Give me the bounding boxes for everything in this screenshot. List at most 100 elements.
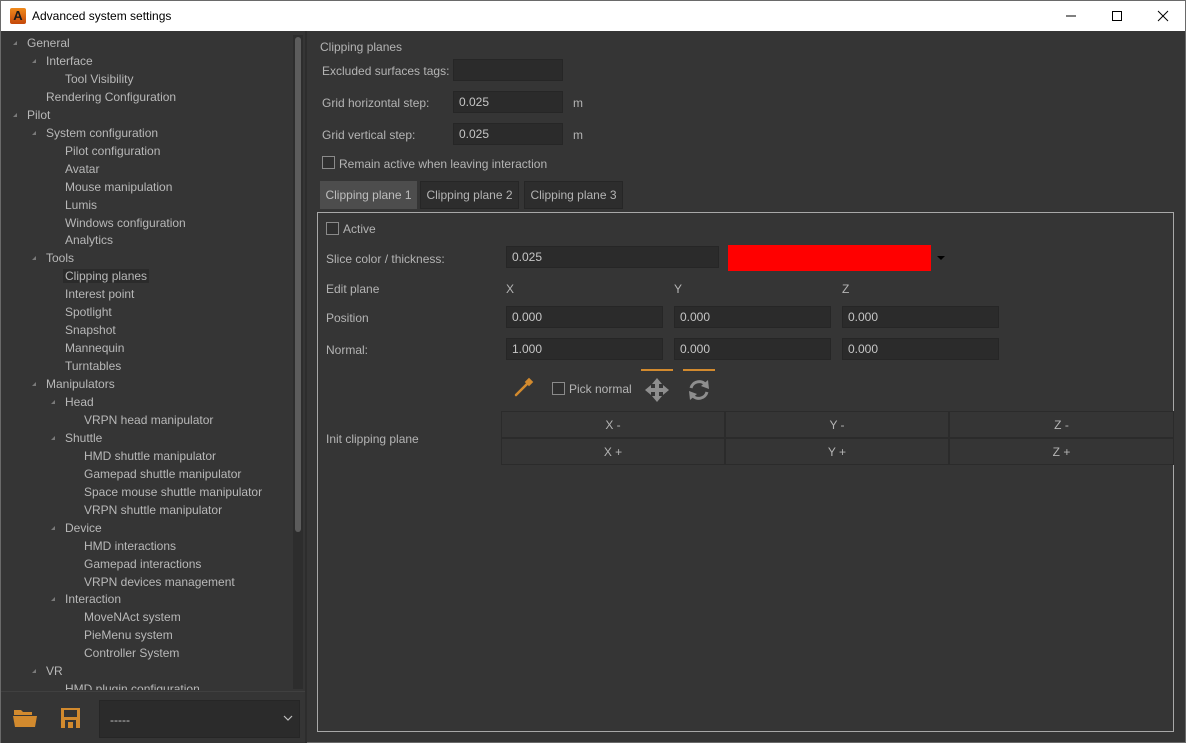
- section-title: Clipping planes: [320, 40, 403, 54]
- tree-item[interactable]: HMD plugin configuration: [65, 680, 200, 690]
- expand-arrow-icon[interactable]: [12, 106, 20, 124]
- tree-item-label: Interaction: [65, 592, 122, 607]
- position-label: Position: [326, 311, 369, 325]
- active-checkbox[interactable]: [326, 222, 339, 235]
- excluded-tags-input[interactable]: [453, 59, 563, 81]
- tree-item[interactable]: Interaction: [51, 590, 122, 608]
- tree-item[interactable]: VRPN head manipulator: [84, 411, 213, 429]
- eyedropper-button[interactable]: [513, 376, 535, 398]
- tree-item[interactable]: Turntables: [65, 357, 121, 375]
- position-z-input[interactable]: 0.000: [842, 306, 999, 328]
- tree-item[interactable]: Snapshot: [65, 321, 116, 339]
- init-y-plus-button[interactable]: Y +: [725, 438, 949, 465]
- remain-active-label: Remain active when leaving interaction: [339, 157, 548, 171]
- tree-item[interactable]: Mouse manipulation: [65, 178, 172, 196]
- init-x-minus-button[interactable]: X -: [501, 411, 725, 438]
- preset-dropdown[interactable]: -----: [99, 700, 300, 738]
- tree-item[interactable]: Interface: [32, 52, 93, 70]
- tree-item[interactable]: Device: [51, 519, 102, 537]
- tree-item[interactable]: System configuration: [32, 124, 159, 142]
- tree-item[interactable]: Rendering Configuration: [46, 88, 176, 106]
- expand-arrow-icon[interactable]: [50, 519, 58, 537]
- normal-z-input[interactable]: 0.000: [842, 338, 999, 360]
- position-y-input[interactable]: 0.000: [674, 306, 831, 328]
- tree-item[interactable]: VRPN shuttle manipulator: [84, 501, 222, 519]
- init-x-plus-button[interactable]: X +: [501, 438, 725, 465]
- tab-clipping-plane-2[interactable]: Clipping plane 2: [420, 181, 519, 209]
- init-y-minus-button[interactable]: Y -: [725, 411, 949, 438]
- excluded-tags-label: Excluded surfaces tags:: [322, 64, 450, 78]
- position-x-input[interactable]: 0.000: [506, 306, 663, 328]
- tree-item-label: Analytics: [65, 233, 114, 248]
- remain-active-checkbox[interactable]: [322, 156, 335, 169]
- tree-item[interactable]: Pilot: [13, 106, 50, 124]
- grid-horizontal-step-label: Grid horizontal step:: [322, 96, 430, 110]
- expand-arrow-icon[interactable]: [31, 124, 39, 142]
- tree-item[interactable]: Analytics: [65, 231, 113, 249]
- tree-item[interactable]: Controller System: [84, 644, 179, 662]
- open-button[interactable]: [12, 705, 38, 731]
- tree-item[interactable]: Manipulators: [32, 375, 115, 393]
- tree-item[interactable]: Tools: [32, 249, 74, 267]
- tree-item[interactable]: Clipping planes: [63, 267, 150, 285]
- expand-arrow-icon[interactable]: [31, 375, 39, 393]
- normal-y-input[interactable]: 0.000: [674, 338, 831, 360]
- tree-item[interactable]: Pilot configuration: [65, 142, 160, 160]
- init-z-plus-button[interactable]: Z +: [949, 438, 1174, 465]
- tree-item[interactable]: Shuttle: [51, 429, 103, 447]
- tree-item[interactable]: Spotlight: [65, 303, 112, 321]
- tree-item-label: Shuttle: [65, 430, 103, 445]
- slice-color-swatch[interactable]: [728, 245, 931, 271]
- expand-arrow-icon[interactable]: [50, 429, 58, 447]
- rotate-tool-button[interactable]: [686, 377, 712, 403]
- tree-item[interactable]: HMD shuttle manipulator: [84, 447, 216, 465]
- tree-item[interactable]: VRPN devices management: [84, 573, 235, 591]
- tree-item[interactable]: Avatar: [65, 160, 99, 178]
- tree-item[interactable]: Windows configuration: [65, 214, 186, 232]
- tree-item[interactable]: Head: [51, 393, 94, 411]
- tree-item[interactable]: Lumis: [65, 196, 97, 214]
- normal-x-input[interactable]: 1.000: [506, 338, 663, 360]
- grid-vertical-step-input[interactable]: 0.025: [453, 123, 563, 145]
- tab-clipping-plane-1[interactable]: Clipping plane 1: [320, 181, 417, 209]
- tree-scrollbar-thumb[interactable]: [295, 37, 301, 532]
- close-button[interactable]: [1140, 1, 1186, 31]
- tree-item[interactable]: Interest point: [65, 285, 134, 303]
- tree-item[interactable]: Mannequin: [65, 339, 124, 357]
- expand-arrow-icon[interactable]: [31, 249, 39, 267]
- color-dropdown-arrow-icon[interactable]: [937, 256, 945, 260]
- expand-arrow-icon[interactable]: [50, 590, 58, 608]
- tree-item-label: Manipulators: [46, 377, 115, 392]
- chevron-down-icon: [283, 715, 293, 721]
- tab-clipping-plane-3[interactable]: Clipping plane 3: [524, 181, 623, 209]
- tree-item[interactable]: PieMenu system: [84, 626, 173, 644]
- tree-item[interactable]: Tool Visibility: [65, 70, 133, 88]
- tree-item-label: Lumis: [65, 197, 98, 212]
- tree-item[interactable]: HMD interactions: [84, 537, 176, 555]
- tree-item-label: Clipping planes: [63, 269, 150, 284]
- tree-item[interactable]: Space mouse shuttle manipulator: [84, 483, 262, 501]
- pick-normal-checkbox[interactable]: [552, 382, 565, 395]
- expand-arrow-icon[interactable]: [31, 662, 39, 680]
- tree-item[interactable]: Gamepad shuttle manipulator: [84, 465, 241, 483]
- close-icon: [1157, 10, 1169, 22]
- tree-item-label: VR: [46, 664, 63, 679]
- init-z-minus-button[interactable]: Z -: [949, 411, 1174, 438]
- tree-item[interactable]: MoveNAct system: [84, 608, 181, 626]
- tree-item[interactable]: Gamepad interactions: [84, 555, 201, 573]
- save-button[interactable]: [58, 705, 84, 731]
- expand-arrow-icon[interactable]: [31, 52, 39, 70]
- eyedropper-icon: [514, 377, 534, 397]
- grid-horizontal-step-input[interactable]: 0.025: [453, 91, 563, 113]
- maximize-button[interactable]: [1094, 1, 1140, 31]
- move-tool-button[interactable]: [644, 377, 670, 403]
- slice-thickness-input[interactable]: 0.025: [506, 246, 719, 268]
- expand-arrow-icon[interactable]: [12, 34, 20, 52]
- tree-item-label: MoveNAct system: [84, 610, 181, 625]
- tree-item[interactable]: VR: [32, 662, 63, 680]
- minimize-button[interactable]: [1048, 1, 1094, 31]
- expand-arrow-icon[interactable]: [50, 393, 58, 411]
- tree-item[interactable]: General: [13, 34, 70, 52]
- tree-item-label: System configuration: [46, 125, 159, 140]
- x-column-header: X: [506, 282, 515, 296]
